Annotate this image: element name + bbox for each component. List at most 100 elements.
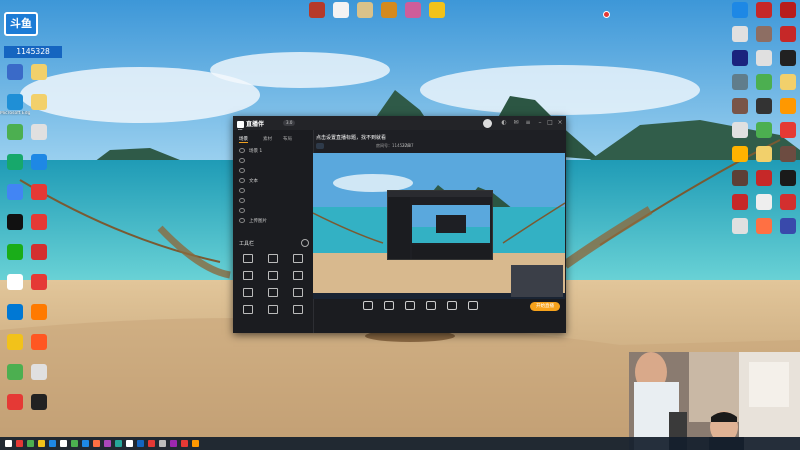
category-tag[interactable] — [316, 143, 324, 149]
desktop-icon-left-11[interactable] — [24, 214, 54, 231]
close-icon[interactable]: × — [557, 120, 563, 126]
eye-icon[interactable] — [239, 168, 245, 173]
desktop-icon-left-6-icon — [7, 154, 23, 170]
taskbar-app-icon[interactable] — [137, 440, 144, 447]
tool-button[interactable] — [237, 254, 259, 265]
scene-row[interactable] — [239, 198, 249, 205]
desktop-icon-top-0-icon — [309, 2, 325, 18]
stream-title[interactable]: 点击设置直播标题，找不到就看 — [316, 134, 386, 141]
scene-row[interactable] — [239, 168, 249, 175]
desktop-icon-left-5[interactable] — [24, 124, 54, 141]
toolbar-button[interactable] — [358, 301, 378, 312]
skin-icon[interactable]: ◐ — [501, 120, 507, 126]
taskbar-app-icon[interactable] — [181, 440, 188, 447]
eye-icon[interactable] — [239, 198, 245, 203]
live-preview[interactable] — [313, 153, 565, 299]
minimize-icon[interactable]: – — [537, 120, 543, 126]
tool-button[interactable] — [237, 288, 259, 299]
taskbar-app-icon[interactable] — [5, 440, 12, 447]
desktop-icon-left-15[interactable] — [24, 274, 54, 291]
desktop-icon-left-2-icon — [7, 94, 23, 110]
tool-button[interactable] — [262, 305, 284, 316]
scene-row[interactable]: 文本 — [239, 178, 258, 185]
scene-row[interactable] — [239, 188, 249, 195]
desktop-icon-right-29[interactable] — [773, 218, 800, 235]
toolbar-button[interactable] — [463, 301, 483, 312]
mail-icon[interactable]: ✉ — [513, 120, 519, 126]
taskbar-app-icon[interactable] — [148, 440, 155, 447]
tab-assets[interactable]: 素材 — [263, 136, 272, 142]
app-logo: 直播伴侣 — [237, 119, 269, 137]
taskbar-app-icon[interactable] — [16, 440, 23, 447]
desktop-icon-right-23[interactable] — [773, 170, 800, 187]
desktop-icon-top-5[interactable] — [422, 2, 452, 19]
tool-button[interactable] — [262, 254, 284, 265]
taskbar-app-icon[interactable] — [93, 440, 100, 447]
desktop-icon-right-8[interactable] — [773, 50, 800, 67]
desktop-icon-right-5[interactable] — [773, 26, 800, 43]
maximize-icon[interactable]: □ — [547, 120, 553, 126]
desktop-icon-left-7[interactable] — [24, 154, 54, 171]
avatar[interactable] — [483, 119, 492, 128]
taskbar-app-icon[interactable] — [104, 440, 111, 447]
scene-row[interactable]: 上传图片 — [239, 218, 267, 225]
scene-row[interactable] — [239, 158, 249, 165]
tool-button[interactable] — [287, 288, 309, 299]
tools-settings-icon[interactable] — [301, 239, 309, 247]
desktop-icon-right-26[interactable] — [773, 194, 800, 211]
taskbar-app-icon[interactable] — [27, 440, 34, 447]
desktop-icon-right-2[interactable] — [773, 2, 800, 19]
taskbar-app-icon[interactable] — [159, 440, 166, 447]
tool-button[interactable] — [287, 305, 309, 316]
desktop-icon-left-3[interactable] — [24, 94, 54, 111]
tool-button[interactable] — [262, 288, 284, 299]
desktop-icon-right-11[interactable] — [773, 74, 800, 91]
desktop-icon-left-19[interactable] — [24, 334, 54, 351]
tab-layout[interactable]: 布局 — [283, 136, 292, 142]
taskbar-app-icon[interactable] — [115, 440, 122, 447]
eye-icon[interactable] — [239, 188, 245, 193]
toolbar-button[interactable] — [400, 301, 420, 312]
desktop-icon-left-9[interactable] — [24, 184, 54, 201]
tool-button[interactable] — [237, 305, 259, 316]
taskbar-app-icon[interactable] — [60, 440, 67, 447]
eye-icon[interactable] — [239, 218, 245, 223]
eye-icon[interactable] — [239, 208, 245, 213]
eye-icon[interactable] — [239, 178, 245, 183]
desktop-icon-left-13[interactable] — [24, 244, 54, 261]
brand-badge[interactable]: 斗鱼 1145328 — [4, 12, 62, 58]
taskbar-app-icon[interactable] — [49, 440, 56, 447]
desktop-icon-left-11-icon — [31, 214, 47, 230]
toolbar-button[interactable] — [379, 301, 399, 312]
scene-row[interactable] — [239, 208, 249, 215]
tool-button[interactable] — [287, 271, 309, 282]
taskbar-app-icon[interactable] — [71, 440, 78, 447]
desktop-icon-right-17[interactable] — [773, 122, 800, 139]
taskbar-app-icon[interactable] — [170, 440, 177, 447]
tab-scenes[interactable]: 场景 — [239, 136, 248, 143]
taskbar-app-icon[interactable] — [126, 440, 133, 447]
webcam-feed — [629, 352, 800, 450]
tool-button[interactable] — [287, 254, 309, 265]
desktop-icon-left-17[interactable] — [24, 304, 54, 321]
desktop-icon-right-20[interactable] — [773, 146, 800, 163]
desktop-icon-right-28-icon — [756, 218, 772, 234]
desktop-icon-left-21[interactable] — [24, 364, 54, 381]
toolbar-button[interactable] — [421, 301, 441, 312]
start-live-button[interactable]: 开始直播 — [530, 302, 560, 311]
desktop-icon-top-5-icon — [429, 2, 445, 18]
scene-row[interactable]: 场景 1 — [239, 148, 262, 155]
taskbar-app-icon[interactable] — [82, 440, 89, 447]
eye-icon[interactable] — [239, 158, 245, 163]
version-badge[interactable]: 3.0 — [283, 120, 296, 126]
tool-button[interactable] — [237, 271, 259, 282]
taskbar-app-icon[interactable] — [192, 440, 199, 447]
tool-button[interactable] — [262, 271, 284, 282]
eye-icon[interactable] — [239, 148, 245, 153]
desktop-icon-right-14[interactable] — [773, 98, 800, 115]
taskbar-app-icon[interactable] — [38, 440, 45, 447]
toolbar-button[interactable] — [442, 301, 462, 312]
desktop-icon-left-23[interactable] — [24, 394, 54, 411]
desktop-icon-left-1[interactable] — [24, 64, 54, 81]
menu-icon[interactable]: ≡ — [525, 120, 531, 126]
